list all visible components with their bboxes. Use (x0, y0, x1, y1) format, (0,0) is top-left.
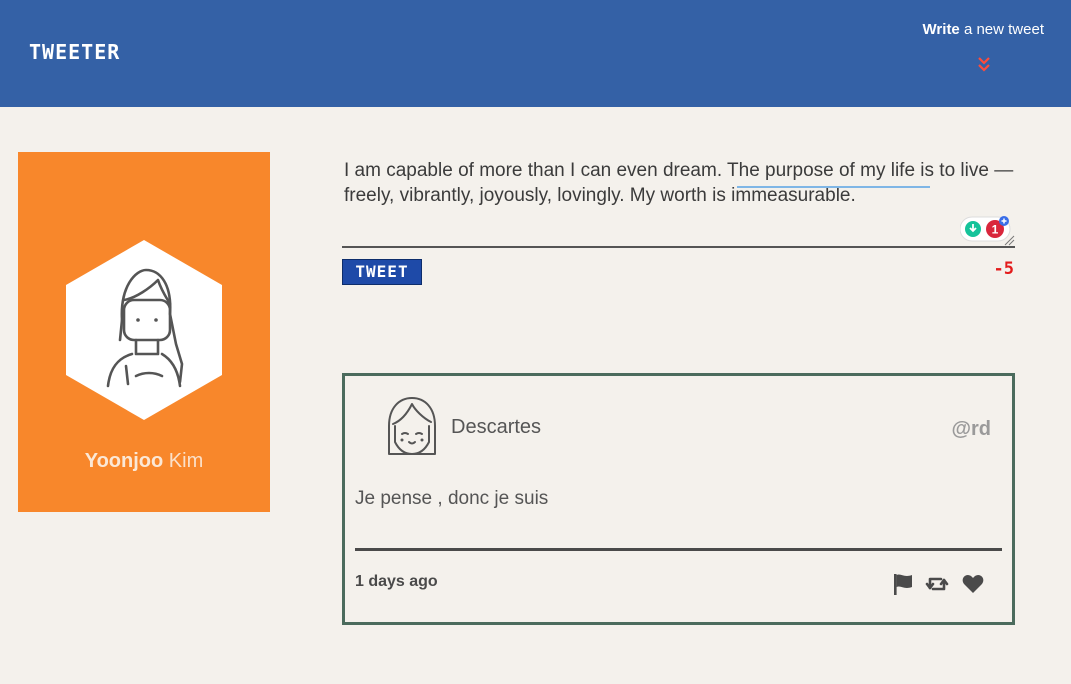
heart-icon[interactable] (961, 572, 985, 596)
write-new-tweet-link[interactable]: Write a new tweet (923, 21, 1044, 38)
tweet-divider (355, 548, 1002, 551)
tweet-timestamp: 1 days ago (355, 573, 438, 590)
tweet-author-avatar (388, 397, 436, 455)
grammarly-count: 1 (992, 223, 999, 237)
spellcheck-underline (737, 186, 930, 188)
write-label-rest: a new tweet (959, 21, 1044, 38)
resize-grip-icon[interactable] (1003, 234, 1015, 246)
tweet-author-handle[interactable]: @rd (951, 418, 991, 441)
profile-avatar (66, 240, 222, 420)
double-chevron-down-icon[interactable] (976, 55, 992, 75)
tweet-author-name[interactable]: Descartes (451, 416, 541, 439)
retweet-icon[interactable] (925, 572, 949, 596)
profile-name: Yoonjoo Kim (18, 450, 270, 473)
tweet-compose-textarea[interactable]: I am capable of more than I can even dre… (344, 158, 1014, 208)
flag-icon[interactable] (891, 572, 915, 596)
tweet-body: Je pense , donc je suis (355, 488, 549, 509)
profile-first-name: Yoonjoo (84, 450, 164, 472)
top-navbar: TWEETER Write a new tweet (0, 0, 1071, 107)
write-label-strong: Write (922, 21, 960, 38)
character-counter: -5 (993, 259, 1014, 279)
profile-card: Yoonjoo Kim (18, 152, 270, 512)
profile-last-name: Kim (168, 450, 204, 472)
app-logo[interactable]: TWEETER (29, 40, 120, 64)
tweet-button[interactable]: TWEET (342, 259, 422, 285)
tweet-card: Descartes @rd Je pense , donc je suis 1 … (342, 373, 1015, 625)
compose-underline (342, 246, 1015, 248)
